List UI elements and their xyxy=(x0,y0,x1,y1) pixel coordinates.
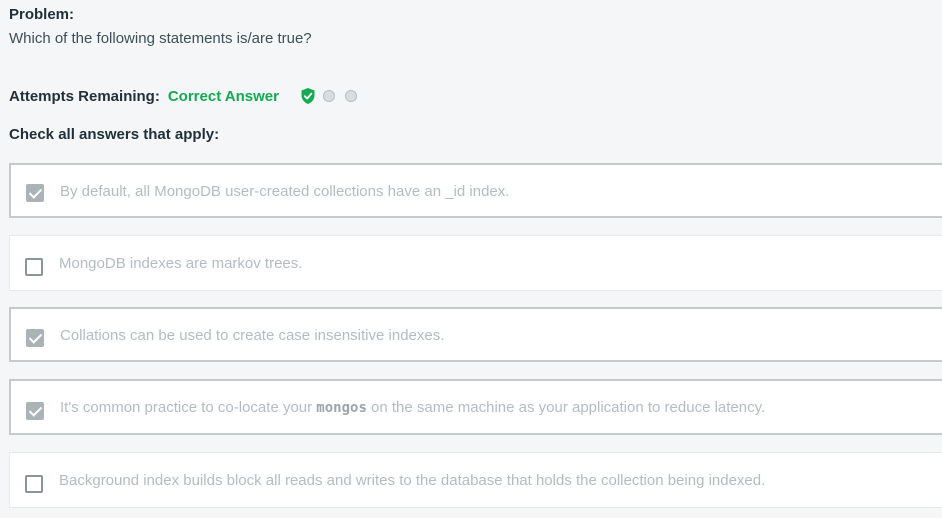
answer-text: It's common practice to co-locate your m… xyxy=(60,399,765,416)
answer-option-4[interactable]: It's common practice to co-locate your m… xyxy=(9,379,942,435)
attempt-dot-icon xyxy=(323,90,335,102)
attempt-status: Correct Answer xyxy=(167,87,279,105)
answer-option-1[interactable]: By default, all MongoDB user-created col… xyxy=(9,163,942,218)
answer-text: By default, all MongoDB user-created col… xyxy=(60,183,510,200)
checkbox-checked[interactable] xyxy=(26,184,44,202)
answer-option-5[interactable]: Background index builds block all reads … xyxy=(9,452,942,508)
attempt-indicators xyxy=(301,88,367,104)
answer-text: MongoDB indexes are markov trees. xyxy=(59,255,303,272)
answer-text-part: It's common practice to co-locate your xyxy=(60,399,317,416)
shield-check-icon xyxy=(301,88,315,104)
checkbox-unchecked[interactable] xyxy=(25,475,43,493)
checkbox-checked[interactable] xyxy=(26,329,44,347)
attempts-label: Attempts Remaining: xyxy=(9,87,160,105)
attempts-row: Attempts Remaining: Correct Answer xyxy=(9,86,367,106)
checkbox-checked[interactable] xyxy=(26,402,44,420)
answer-text: Collations can be used to create case in… xyxy=(60,327,445,344)
checkbox-unchecked[interactable] xyxy=(25,258,43,276)
answer-option-2[interactable]: MongoDB indexes are markov trees. xyxy=(9,235,942,291)
attempt-dot-icon xyxy=(345,90,357,102)
answer-option-3[interactable]: Collations can be used to create case in… xyxy=(9,307,942,362)
instructions-label: Check all answers that apply: xyxy=(9,126,220,143)
quiz-page: Problem: Which of the following statemen… xyxy=(0,0,942,518)
question-text: Which of the following statements is/are… xyxy=(9,30,312,47)
problem-label: Problem: xyxy=(9,6,75,23)
answer-text: Background index builds block all reads … xyxy=(59,472,766,489)
answer-text-part: on the same machine as your application … xyxy=(366,399,766,416)
inline-code: mongos xyxy=(316,400,367,416)
